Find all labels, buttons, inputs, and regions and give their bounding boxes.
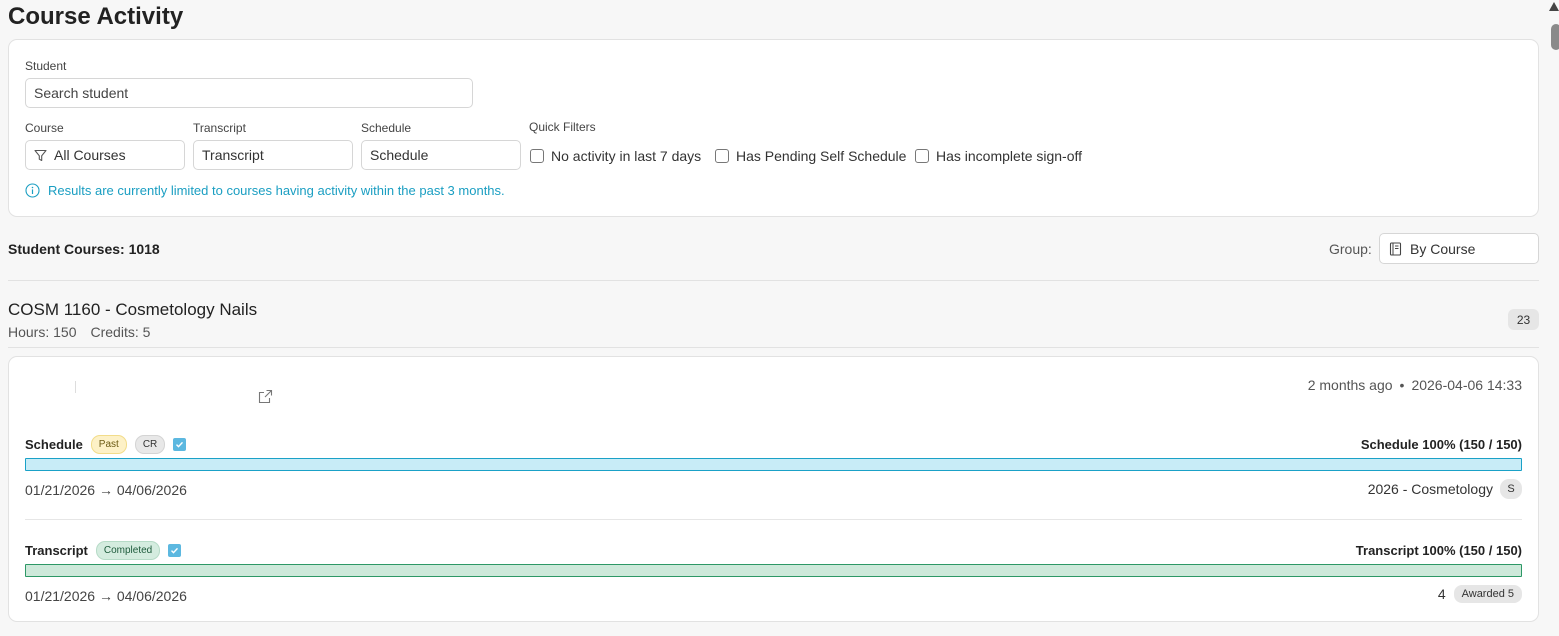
course-label: Course — [25, 121, 64, 135]
program-name: 2026 - Cosmetology — [1367, 481, 1493, 497]
transcript-select[interactable]: Transcript — [193, 140, 353, 170]
transcript-progress-bar — [25, 564, 1522, 577]
schedule-select[interactable]: Schedule — [361, 140, 521, 170]
quick-filters-label: Quick Filters — [529, 120, 596, 134]
filter-icon — [34, 149, 47, 161]
quick-filter-pending-self-schedule[interactable]: Has Pending Self Schedule — [715, 148, 906, 164]
transcript-progress-fill — [26, 565, 1521, 576]
course-hours: Hours: 150 — [8, 324, 77, 340]
divider — [25, 519, 1522, 520]
separator-line — [75, 381, 76, 393]
group-select[interactable]: By Course — [1379, 233, 1539, 264]
info-icon — [25, 183, 40, 198]
student-courses-count: Student Courses: 1018 — [8, 241, 160, 257]
status-badge-past: Past — [90, 435, 127, 454]
transcript-progress-text: Transcript 100% (150 / 150) — [1355, 543, 1522, 558]
course-meta: Hours: 150 Credits: 5 — [8, 324, 150, 340]
transcript-section-label: Transcript — [25, 543, 88, 558]
schedule-section-title: Schedule Past CR — [25, 435, 187, 454]
course-title[interactable]: COSM 1160 - Cosmetology Nails — [8, 300, 257, 320]
group-label: Group: — [1329, 241, 1372, 257]
schedule-program: 2026 - Cosmetology S — [1368, 479, 1522, 499]
schedule-label: Schedule — [361, 121, 412, 135]
schedule-section-label: Schedule — [25, 437, 83, 452]
transcript-dates: 01/21/2026 → 04/06/2026 — [25, 588, 187, 604]
student-course-card: 2 months ago • 2026-04-06 14:33 Schedule P… — [8, 356, 1539, 622]
quick-filter-label: Has incomplete sign-off — [936, 148, 1083, 164]
quick-filter-label: Has Pending Self Schedule — [736, 148, 907, 164]
course-count-badge: 23 — [1508, 309, 1539, 330]
course-select-value: All Courses — [54, 147, 126, 163]
course-select[interactable]: All Courses — [25, 140, 185, 170]
student-label: Student — [25, 59, 67, 73]
page-title: Course Activity — [8, 3, 184, 30]
book-icon — [1389, 241, 1402, 256]
course-credits: Credits: 5 — [90, 324, 151, 340]
awarded-badge: Awarded 5 — [1453, 585, 1522, 603]
check-icon — [173, 438, 187, 451]
relative-time: 2 months ago — [1307, 377, 1393, 393]
activity-datetime: 2026-04-06 14:33 — [1411, 377, 1522, 393]
transcript-select-value: Transcript — [202, 147, 264, 163]
checkbox[interactable] — [530, 149, 544, 163]
group-select-value: By Course — [1410, 240, 1476, 257]
external-link-icon[interactable] — [258, 389, 273, 404]
status-badge-completed: Completed — [95, 541, 161, 560]
transcript-section-title: Transcript Completed — [25, 541, 182, 560]
checkbox[interactable] — [915, 149, 929, 163]
student-search-placeholder: Search student — [34, 85, 129, 101]
schedule-select-value: Schedule — [370, 147, 429, 163]
tag-cr: CR — [134, 435, 166, 454]
program-badge: S — [1500, 479, 1522, 499]
info-message: Results are currently limited to courses… — [25, 183, 505, 198]
schedule-dates: 01/21/2026 → 04/06/2026 — [25, 482, 187, 498]
student-search-input[interactable]: Search student — [25, 78, 473, 108]
schedule-progress-bar — [25, 458, 1522, 471]
quick-filter-label: No activity in last 7 days — [551, 148, 702, 164]
divider — [8, 280, 1539, 281]
check-icon — [168, 544, 182, 557]
schedule-progress-text: Schedule 100% (150 / 150) — [1360, 437, 1522, 452]
transcript-label: Transcript — [193, 121, 246, 135]
grade-value: 4 — [1437, 586, 1446, 602]
checkbox[interactable] — [715, 149, 729, 163]
separator-dot: • — [1399, 377, 1405, 393]
scroll-up-arrow[interactable] — [1549, 2, 1559, 11]
filter-panel: Student Search student Course All Course… — [8, 39, 1539, 217]
activity-timestamp: 2 months ago • 2026-04-06 14:33 — [1308, 377, 1522, 393]
transcript-result: 4 Awarded 5 — [1438, 585, 1522, 603]
scrollbar-thumb[interactable] — [1551, 24, 1559, 50]
divider — [8, 347, 1539, 348]
quick-filter-no-activity[interactable]: No activity in last 7 days — [530, 148, 701, 164]
schedule-progress-fill — [26, 459, 1521, 470]
quick-filter-incomplete-signoff[interactable]: Has incomplete sign-off — [915, 148, 1082, 164]
info-text: Results are currently limited to courses… — [48, 183, 505, 198]
